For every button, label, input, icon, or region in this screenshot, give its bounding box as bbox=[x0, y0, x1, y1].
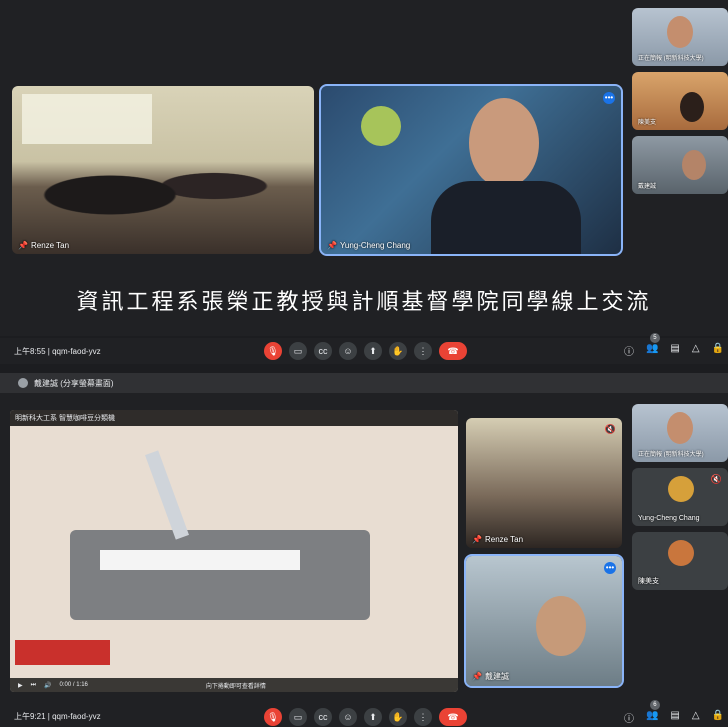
participant-name: Yung-Cheng Chang bbox=[638, 515, 700, 522]
machine-belt bbox=[100, 550, 300, 570]
more-options-icon[interactable]: ••• bbox=[603, 92, 615, 104]
play-icon[interactable]: ▶ bbox=[18, 682, 23, 689]
activities-icon[interactable]: △ bbox=[692, 343, 700, 358]
video-hint: 向下捲動即可查看詳情 bbox=[205, 683, 266, 690]
captions-icon[interactable]: cc bbox=[314, 708, 332, 726]
avatar bbox=[668, 476, 694, 502]
participant-name: 正在簡報 (明新科技大學) bbox=[638, 56, 704, 62]
participant-count: 6 bbox=[649, 700, 660, 710]
participant-name: 📌 Renze Tan bbox=[18, 241, 70, 250]
window-light bbox=[22, 94, 152, 144]
chat-icon[interactable]: ▤ bbox=[670, 710, 679, 725]
side-controls: ⓘ 👥 6 ▤ △ 🔒 bbox=[624, 700, 724, 725]
participant-face bbox=[667, 16, 693, 48]
camera-icon[interactable]: ▭ bbox=[289, 342, 307, 360]
video-title: 明新科大工系 智慧咖啡豆分類機 bbox=[10, 410, 458, 426]
participant-tile-side-3[interactable]: 陳美支 bbox=[632, 532, 728, 590]
people-icon[interactable]: 👥 6 bbox=[646, 700, 660, 725]
meeting-info: 上午9:21 | qqm-faod-yvz bbox=[14, 712, 101, 721]
pin-icon: 📌 bbox=[18, 241, 28, 250]
emoji-icon[interactable]: ☺ bbox=[339, 708, 357, 726]
red-tray bbox=[15, 640, 110, 665]
participant-name: 📌 戴建誠 bbox=[472, 672, 509, 681]
participant-tile-side-2[interactable]: 陳美支 bbox=[632, 72, 728, 130]
bottom-control-bar: 上午9:21 | qqm-faod-yvz 🎙 ▭ cc ☺ ⬆ ✋ ⋮ ☎ ⓘ… bbox=[0, 700, 728, 727]
participant-tile-side-1[interactable]: 正在簡報 (明新科技大學) bbox=[632, 8, 728, 66]
pin-icon: 📌 bbox=[327, 241, 337, 250]
participant-face bbox=[667, 412, 693, 444]
participant-name: 陳美支 bbox=[638, 578, 659, 585]
camera-icon[interactable]: ▭ bbox=[289, 708, 307, 726]
meeting-info: 上午8:55 | qqm-faod-yvz bbox=[14, 346, 101, 356]
participant-tile-self[interactable]: ••• 📌 戴建誠 bbox=[464, 554, 624, 688]
lock-icon[interactable]: 🔒 bbox=[712, 343, 724, 358]
video-controls: ▶ ⏭ 🔊 0:00 / 1:16 向下捲動即可查看詳情 bbox=[10, 678, 458, 692]
end-call-icon[interactable]: ☎ bbox=[439, 342, 467, 360]
speaker-shirt bbox=[431, 181, 581, 254]
info-icon[interactable]: ⓘ bbox=[624, 710, 634, 725]
participant-tile-classroom[interactable]: 📌 Renze Tan bbox=[12, 86, 314, 254]
mic-off-icon[interactable]: 🎙 bbox=[264, 708, 282, 726]
volume-icon[interactable]: 🔊 bbox=[44, 682, 51, 689]
cartoon-character bbox=[361, 106, 401, 146]
participant-tile-side-1[interactable]: 正在簡報 (明新科技大學) bbox=[632, 404, 728, 462]
end-call-icon[interactable]: ☎ bbox=[439, 708, 467, 726]
lock-icon[interactable]: 🔒 bbox=[712, 710, 724, 725]
participant-tile-classroom[interactable]: 🔇 📌 Renze Tan bbox=[466, 418, 622, 548]
more-options-icon[interactable]: ••• bbox=[604, 562, 616, 574]
mic-off-icon: 🔇 bbox=[604, 424, 616, 434]
participant-name: 📌 Renze Tan bbox=[472, 535, 524, 544]
info-icon[interactable]: ⓘ bbox=[624, 343, 634, 358]
participant-count: 5 bbox=[649, 333, 660, 343]
participant-name: 正在簡報 (明新科技大學) bbox=[638, 452, 704, 458]
top-control-bar: 上午8:55 | qqm-faod-yvz 🎙 ▭ cc ☺ ⬆ ✋ ⋮ ☎ ⓘ… bbox=[0, 333, 728, 364]
more-icon[interactable]: ⋮ bbox=[414, 342, 432, 360]
captions-icon[interactable]: cc bbox=[314, 342, 332, 360]
participant-tile-side-2[interactable]: 🔇 Yung-Cheng Chang bbox=[632, 468, 728, 526]
people-icon[interactable]: 👥 5 bbox=[646, 333, 660, 358]
students-group bbox=[32, 141, 292, 231]
speaker-face bbox=[469, 98, 539, 188]
participant-tile-speaker[interactable]: ••• 📌 Yung-Cheng Chang bbox=[319, 84, 623, 256]
video-time: 0:00 / 1:16 bbox=[59, 682, 88, 688]
participant-name: 📌 Yung-Cheng Chang bbox=[327, 241, 411, 250]
hand-icon[interactable]: ✋ bbox=[389, 342, 407, 360]
emoji-icon[interactable]: ☺ bbox=[339, 342, 357, 360]
machine-frame bbox=[70, 530, 370, 620]
participant-face bbox=[682, 150, 706, 180]
participant-tile-side-3[interactable]: 戴建誠 bbox=[632, 136, 728, 194]
participant-face bbox=[680, 92, 704, 122]
mic-off-icon: 🔇 bbox=[710, 474, 722, 484]
presenting-bar: 戴建誠 (分享螢幕畫面) bbox=[0, 373, 728, 393]
pin-icon: 📌 bbox=[472, 535, 482, 544]
chat-icon[interactable]: ▤ bbox=[670, 343, 679, 358]
participant-name: 陳美支 bbox=[638, 120, 657, 126]
mic-off-icon[interactable]: 🎙 bbox=[264, 342, 282, 360]
more-icon[interactable]: ⋮ bbox=[414, 708, 432, 726]
participant-face bbox=[536, 596, 586, 656]
side-controls: ⓘ 👥 5 ▤ △ 🔒 bbox=[624, 333, 724, 358]
present-icon[interactable]: ⬆ bbox=[364, 342, 382, 360]
call-controls: 🎙 ▭ cc ☺ ⬆ ✋ ⋮ ☎ bbox=[264, 708, 467, 726]
avatar bbox=[18, 378, 28, 388]
next-icon[interactable]: ⏭ bbox=[31, 682, 36, 689]
shared-screen[interactable]: 明新科大工系 智慧咖啡豆分類機 ▶ ⏭ 🔊 0:00 / 1:16 向下捲動即可… bbox=[10, 410, 458, 692]
event-caption: 資訊工程系張榮正教授與計順基督學院同學線上交流 bbox=[76, 290, 652, 315]
participant-name: 戴建誠 bbox=[638, 184, 657, 190]
activities-icon[interactable]: △ bbox=[692, 710, 700, 725]
call-controls: 🎙 ▭ cc ☺ ⬆ ✋ ⋮ ☎ bbox=[264, 342, 467, 360]
hand-icon[interactable]: ✋ bbox=[389, 708, 407, 726]
avatar bbox=[668, 540, 694, 566]
pin-icon: 📌 bbox=[472, 672, 482, 681]
machine-arm bbox=[145, 450, 189, 540]
present-icon[interactable]: ⬆ bbox=[364, 708, 382, 726]
